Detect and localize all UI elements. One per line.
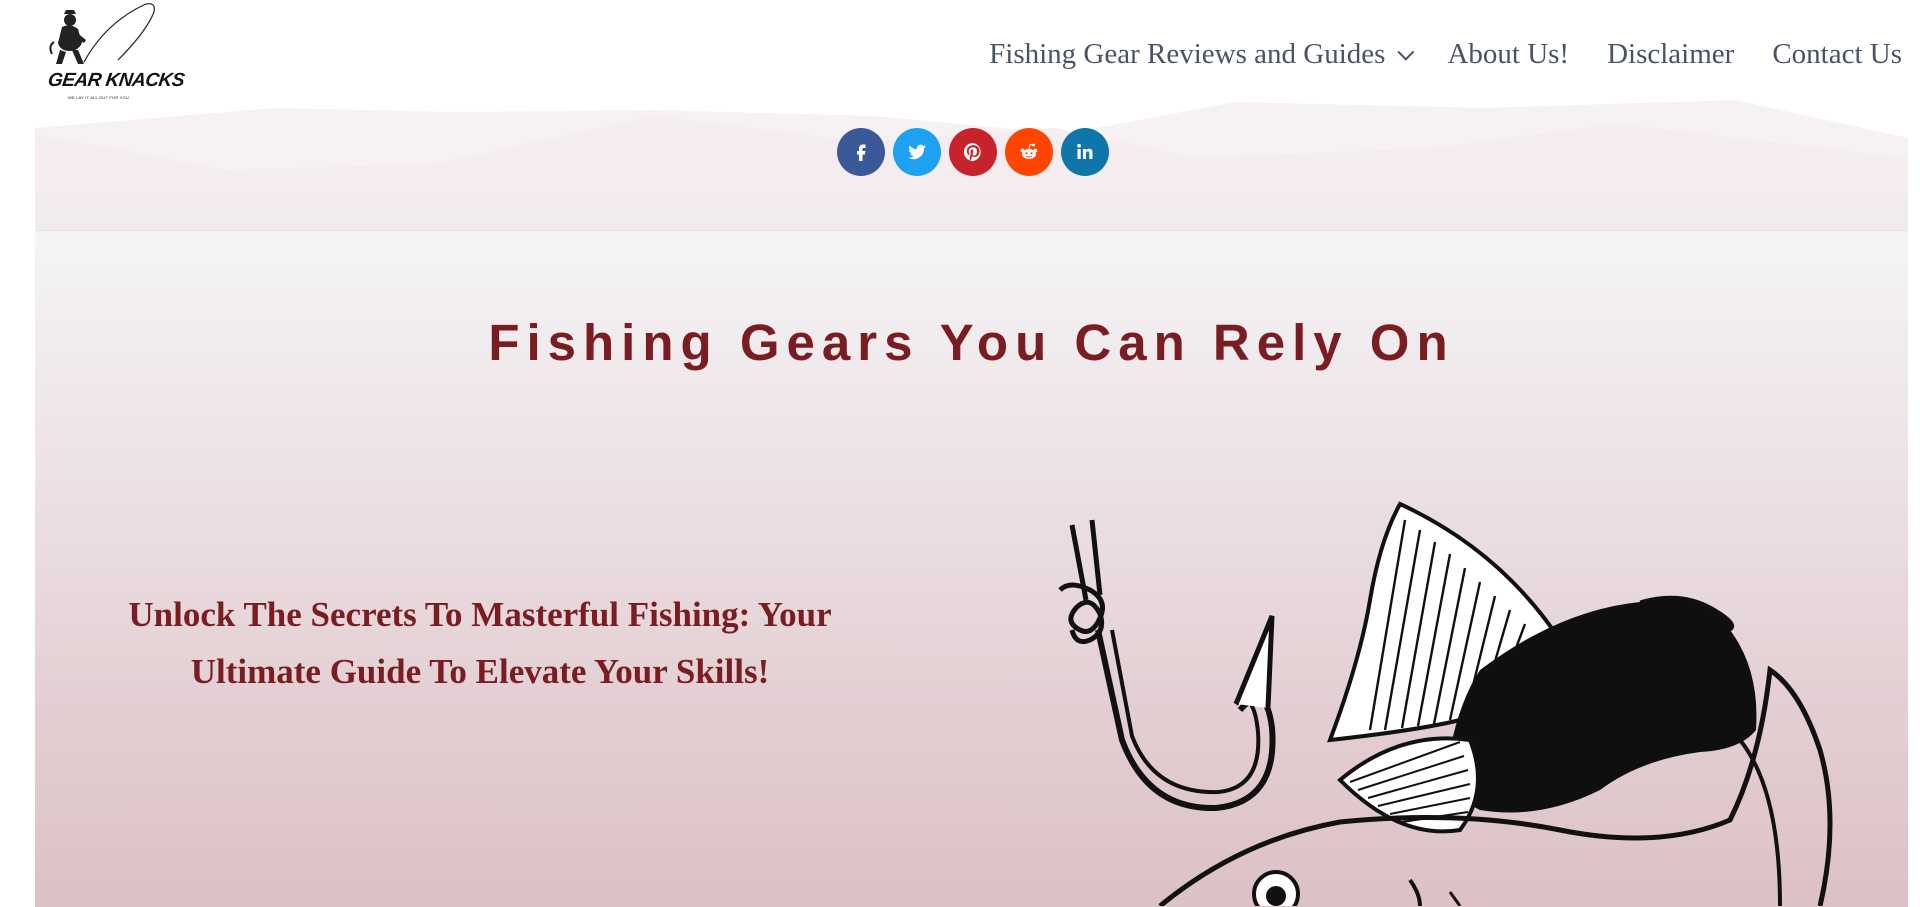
main-nav: Fishing Gear Reviews and Guides About Us… [970,38,1902,71]
hero-subtitle: Unlock The Secrets To Masterful Fishing:… [128,595,832,691]
nav-item-contact-us[interactable]: Contact Us [1753,38,1902,71]
site-header: GEAR KNACKS WE LAY IT ALL OUT FOR YOU Fi… [0,0,1920,125]
social-share-bar [837,128,1109,176]
chevron-down-icon [1397,43,1415,61]
nav-item-label: Disclaimer [1607,38,1735,70]
nav-item-label: Fishing Gear Reviews and Guides [989,38,1386,70]
nav-item-label: About Us! [1447,38,1570,70]
hero-title: Fishing Gears You Can Rely On [488,314,1455,371]
reddit-icon [1020,143,1038,159]
pinterest-icon [963,142,981,162]
nav-item-disclaimer[interactable]: Disclaimer [1588,38,1753,71]
fisherman-logo-icon [49,3,155,64]
fish-and-hook-illustration [1058,501,1833,906]
nav-item-fishing-gear-reviews[interactable]: Fishing Gear Reviews and Guides [970,38,1428,71]
logo-wordmark: GEAR KNACKS [46,70,186,91]
twitter-icon [908,144,926,160]
facebook-icon [857,144,866,161]
facebook-share-button[interactable] [837,128,885,176]
site-logo[interactable]: GEAR KNACKS WE LAY IT ALL OUT FOR YOU [46,2,185,102]
linkedin-icon [1077,143,1093,159]
linkedin-share-button[interactable] [1061,128,1109,176]
reddit-share-button[interactable] [1005,128,1053,176]
pinterest-share-button[interactable] [949,128,997,176]
nav-item-about-us[interactable]: About Us! [1428,38,1588,71]
twitter-share-button[interactable] [893,128,941,176]
logo-tagline: WE LAY IT ALL OUT FOR YOU [68,95,129,100]
nav-item-label: Contact Us [1772,38,1902,70]
